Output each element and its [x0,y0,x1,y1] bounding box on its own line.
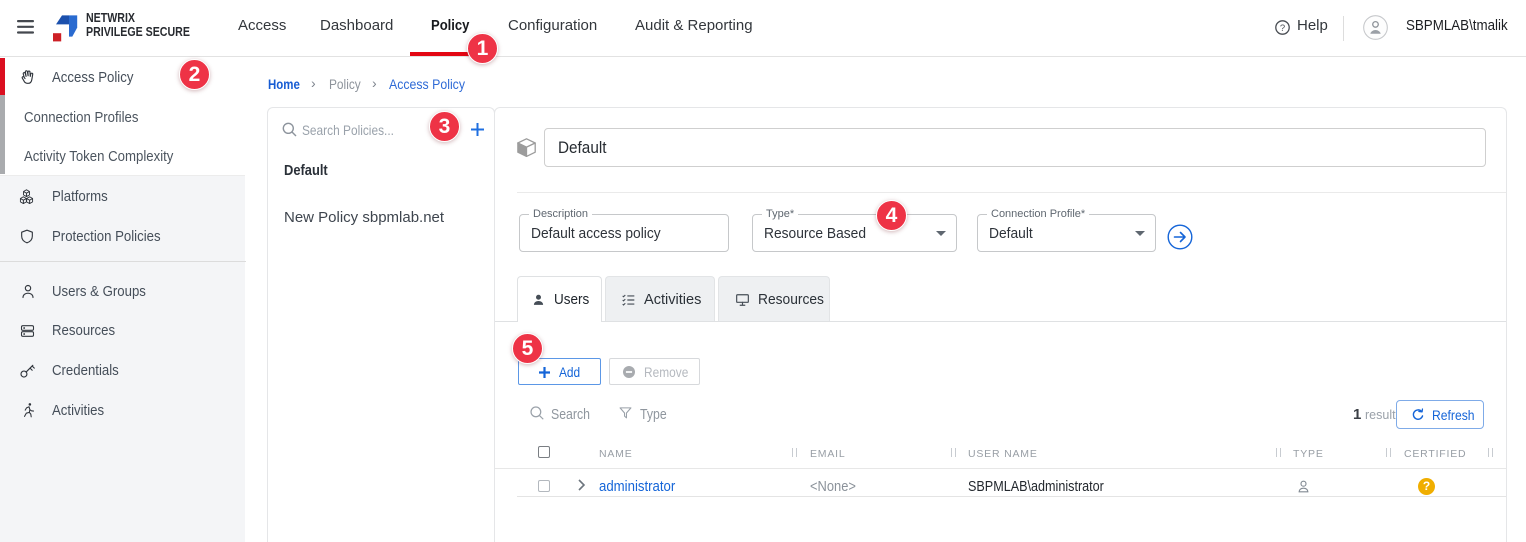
svg-text:?: ? [1280,23,1285,34]
